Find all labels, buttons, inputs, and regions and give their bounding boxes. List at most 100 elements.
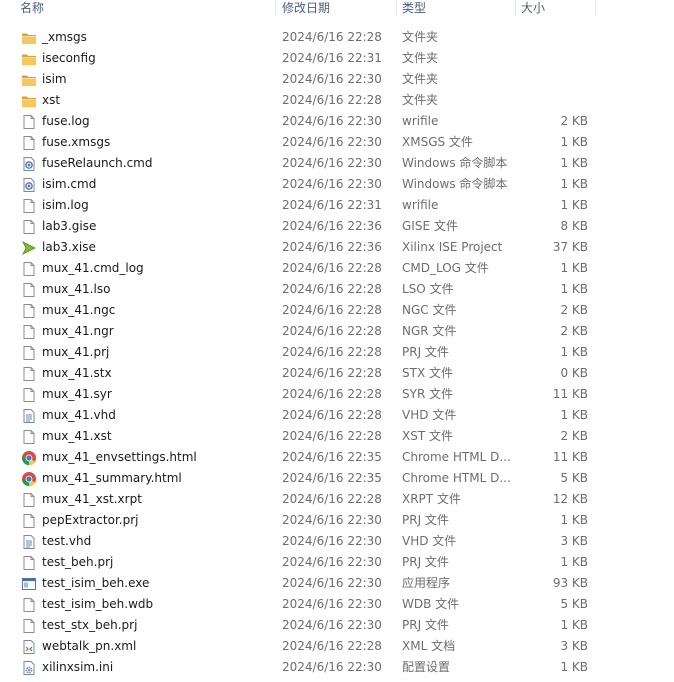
file-row[interactable]: mux_41.cmd_log 2024/6/16 22:28 CMD_LOG 文件 1… [0,258,674,279]
file-name: webtalk_pn.xml [42,639,137,653]
file-icon [21,555,37,571]
file-name: fuse.xmsgs [42,135,111,149]
column-size-header[interactable]: 大小 [517,0,595,16]
file-row[interactable]: test_stx_beh.prj 2024/6/16 22:30 PRJ 文件 1 K… [0,615,674,636]
file-row[interactable]: pepExtractor.prj 2024/6/16 22:30 PRJ 文件 1 K… [0,510,674,531]
column-date-header[interactable]: 修改日期 [278,0,396,16]
file-row[interactable]: _xmsgs 2024/6/16 22:28 文件夹 [0,27,674,48]
file-name: test_beh.prj [42,555,114,569]
modified-date: 2024/6/16 22:28 [282,345,382,359]
file-name: mux_41.ngr [42,324,114,338]
file-row[interactable]: lab3.xise 2024/6/16 22:36 Xilinx ISE Proje… [0,237,674,258]
column-name-header[interactable]: 名称 [16,0,274,16]
file-row[interactable]: isim.cmd 2024/6/16 22:30 Windows 命令脚本 1 KB [0,174,674,195]
file-name: fuse.log [42,114,90,128]
file-name: xst [42,93,61,107]
file-name: mux_41_envsettings.html [42,450,197,464]
file-row[interactable]: test_beh.prj 2024/6/16 22:30 PRJ 文件 1 KB [0,552,674,573]
file-type: 文件夹 [402,51,439,65]
file-type: XMSGS 文件 [402,135,473,149]
file-type: GISE 文件 [402,219,458,233]
file-row[interactable]: test_isim_beh.wdb 2024/6/16 22:30 WDB 文件 5 … [0,594,674,615]
file-size: 3 KB [560,534,588,548]
file-type: wrifile [402,114,439,128]
file-icon [21,345,37,361]
file-row[interactable]: mux_41.ngc 2024/6/16 22:28 NGC 文件 2 KB [0,300,674,321]
file-type: 配置设置 [402,660,451,674]
file-size: 93 KB [552,576,588,590]
config-file-icon [21,660,37,676]
file-row[interactable]: mux_41.syr 2024/6/16 22:28 SYR 文件 11 KB [0,384,674,405]
file-size: 5 KB [560,471,588,485]
file-type: PRJ 文件 [402,513,449,527]
file-type: Windows 命令脚本 [402,156,508,170]
modified-date: 2024/6/16 22:28 [282,366,382,380]
file-size: 1 KB [560,198,588,212]
file-type: 文件夹 [402,30,439,44]
modified-date: 2024/6/16 22:30 [282,597,382,611]
file-type: PRJ 文件 [402,345,449,359]
file-name: mux_41.prj [42,345,110,359]
file-row[interactable]: iseconfig 2024/6/16 22:31 文件夹 [0,48,674,69]
file-row[interactable]: test_isim_beh.exe 2024/6/16 22:30 应用程序 93 K… [0,573,674,594]
file-row[interactable]: test.vhd 2024/6/16 22:30 VHD 文件 3 KB [0,531,674,552]
file-type: CMD_LOG 文件 [402,261,489,275]
column-divider[interactable] [275,0,276,16]
file-type: Windows 命令脚本 [402,177,508,191]
file-row[interactable]: mux_41.stx 2024/6/16 22:28 STX 文件 0 KB [0,363,674,384]
cmd-script-icon [21,177,37,193]
file-type: Chrome HTML D... [402,450,511,464]
file-icon [21,429,37,445]
file-type: NGC 文件 [402,303,457,317]
file-name: lab3.gise [42,219,97,233]
file-row[interactable]: mux_41_envsettings.html 2024/6/16 22:35 Ch… [0,447,674,468]
file-name: lab3.xise [42,240,96,254]
file-size: 1 KB [560,555,588,569]
xilinx-ise-icon [21,240,37,256]
file-size [514,90,588,111]
file-row[interactable]: webtalk_pn.xml 2024/6/16 22:28 XML 文档 3 KB [0,636,674,657]
file-row[interactable]: mux_41.xst 2024/6/16 22:28 XST 文件 2 KB [0,426,674,447]
column-divider[interactable] [396,0,397,16]
file-size: 2 KB [560,114,588,128]
modified-date: 2024/6/16 22:28 [282,387,382,401]
file-name: fuseRelaunch.cmd [42,156,153,170]
modified-date: 2024/6/16 22:30 [282,114,382,128]
file-name: isim.cmd [42,177,97,191]
file-icon [21,492,37,508]
file-name: _xmsgs [42,30,87,44]
file-name: pepExtractor.prj [42,513,139,527]
file-size: 1 KB [560,345,588,359]
column-divider[interactable] [515,0,516,16]
file-row[interactable]: lab3.gise 2024/6/16 22:36 GISE 文件 8 KB [0,216,674,237]
file-row[interactable]: mux_41_summary.html 2024/6/16 22:35 Chrome… [0,468,674,489]
file-row[interactable]: isim 2024/6/16 22:30 文件夹 [0,69,674,90]
file-row[interactable]: mux_41_xst.xrpt 2024/6/16 22:28 XRPT 文件 12 … [0,489,674,510]
file-row[interactable]: mux_41.vhd 2024/6/16 22:28 VHD 文件 1 KB [0,405,674,426]
file-row[interactable]: xst 2024/6/16 22:28 文件夹 [0,90,674,111]
file-size: 2 KB [560,324,588,338]
xml-file-icon [21,639,37,655]
modified-date: 2024/6/16 22:28 [282,93,382,107]
modified-date: 2024/6/16 22:30 [282,72,382,86]
file-row[interactable]: fuseRelaunch.cmd 2024/6/16 22:30 Windows 命… [0,153,674,174]
file-name: mux_41.cmd_log [42,261,144,275]
file-size: 11 KB [552,387,588,401]
file-name: test_isim_beh.exe [42,576,150,590]
file-size [514,48,588,69]
file-row[interactable]: fuse.xmsgs 2024/6/16 22:30 XMSGS 文件 1 KB [0,132,674,153]
column-divider[interactable] [595,0,596,16]
file-row[interactable]: xilinxsim.ini 2024/6/16 22:30 配置设置 1 KB [0,657,674,678]
file-row[interactable]: mux_41.prj 2024/6/16 22:28 PRJ 文件 1 KB [0,342,674,363]
modified-date: 2024/6/16 22:28 [282,261,382,275]
file-row[interactable]: mux_41.ngr 2024/6/16 22:28 NGR 文件 2 KB [0,321,674,342]
modified-date: 2024/6/16 22:28 [282,492,382,506]
column-type-header[interactable]: 类型 [398,0,514,16]
file-size: 5 KB [560,597,588,611]
file-size: 1 KB [560,156,588,170]
file-row[interactable]: mux_41.lso 2024/6/16 22:28 LSO 文件 1 KB [0,279,674,300]
file-size [514,27,588,48]
file-row[interactable]: fuse.log 2024/6/16 22:30 wrifile 2 KB [0,111,674,132]
file-row[interactable]: isim.log 2024/6/16 22:31 wrifile 1 KB [0,195,674,216]
modified-date: 2024/6/16 22:35 [282,450,382,464]
